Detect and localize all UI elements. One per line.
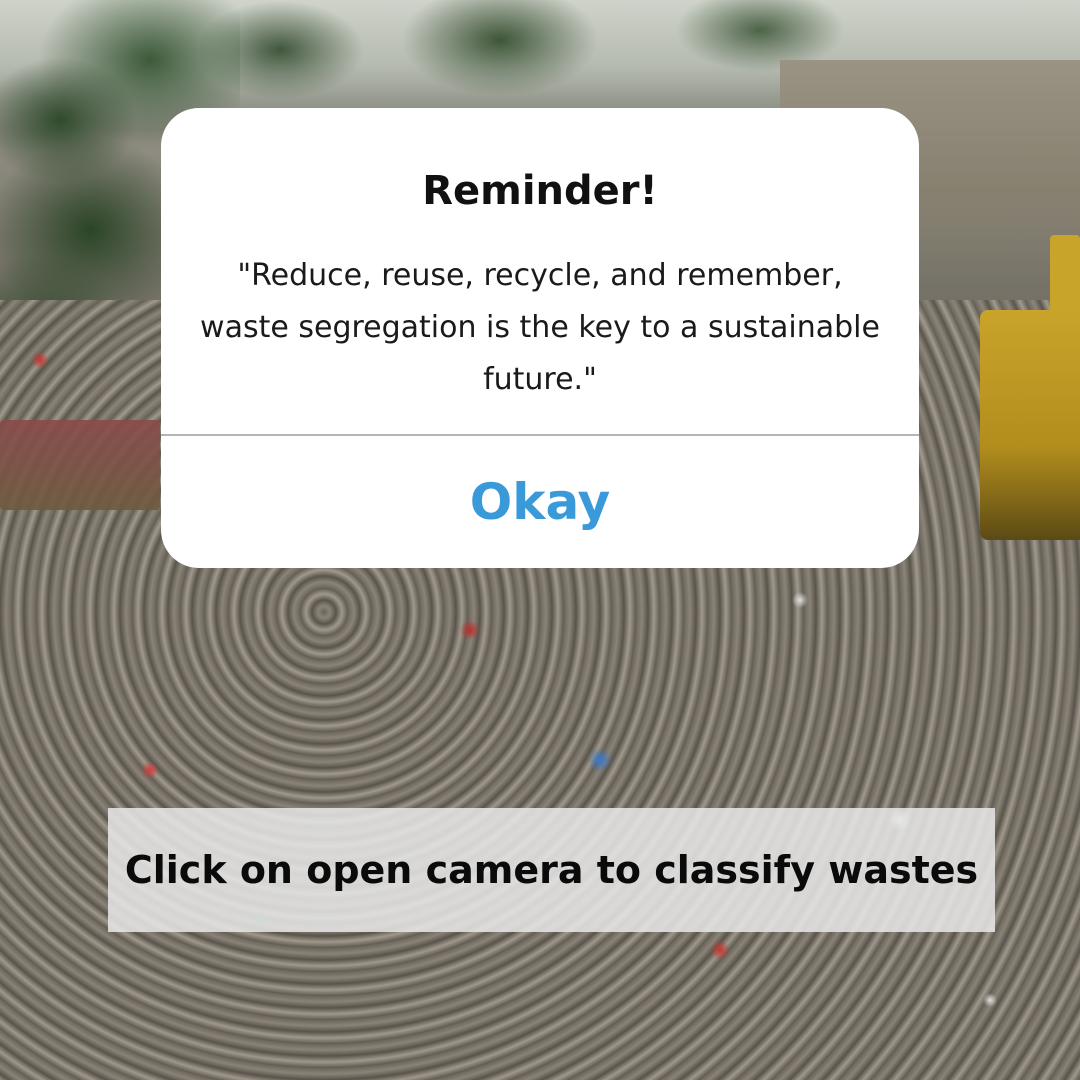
excavator [980,310,1080,540]
treeline [200,0,880,110]
dialog-title: Reminder! [422,168,658,214]
camera-hint-banner: Click on open camera to classify wastes [108,808,995,932]
dialog-message: "Reduce, reuse, recycle, and remember, w… [200,258,880,397]
camera-hint-text: Click on open camera to classify wastes [124,848,979,892]
reminder-dialog: Reminder! "Reduce, reuse, recycle, and r… [161,108,919,568]
okay-button[interactable]: Okay [161,436,919,568]
garbage-truck [0,420,160,510]
